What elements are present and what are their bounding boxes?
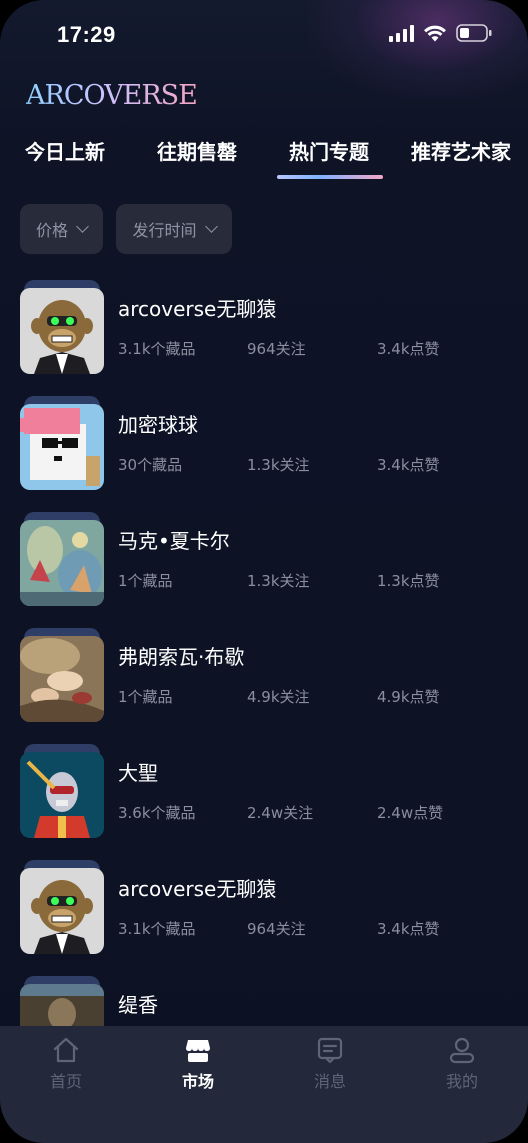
status-icons bbox=[389, 24, 492, 42]
nav-profile[interactable]: 我的 bbox=[422, 1036, 502, 1092]
battery-icon bbox=[456, 24, 492, 42]
monkey-king-thumbnail-image bbox=[20, 752, 104, 838]
collection-count: 30个藏品 bbox=[118, 456, 183, 474]
follower-count: 1.3k关注 bbox=[247, 572, 310, 590]
chagall-thumbnail-image bbox=[20, 520, 104, 606]
nav-profile-label: 我的 bbox=[445, 1072, 478, 1091]
follower-count: 964关注 bbox=[247, 920, 306, 938]
collection-count: 3.6k个藏品 bbox=[118, 804, 196, 822]
topic-title: 马克•夏卡尔 bbox=[118, 529, 230, 553]
topic-item[interactable]: 弗朗索瓦·布歇 1个藏品 4.9k关注 4.9k点赞 bbox=[0, 628, 528, 728]
topic-thumbnail bbox=[20, 396, 104, 490]
release-time-filter-label: 发行时间 bbox=[132, 221, 197, 240]
nav-messages[interactable]: 消息 bbox=[290, 1036, 370, 1092]
follower-count: 4.9k关注 bbox=[247, 688, 310, 706]
chevron-down-icon bbox=[204, 220, 218, 233]
like-count: 3.4k点赞 bbox=[377, 340, 440, 358]
wifi-icon bbox=[424, 25, 446, 42]
collection-count: 3.1k个藏品 bbox=[118, 340, 196, 358]
profile-icon bbox=[449, 1037, 475, 1064]
nav-home[interactable]: 首页 bbox=[26, 1036, 106, 1092]
nav-messages-label: 消息 bbox=[313, 1072, 346, 1091]
topic-title: 弗朗索瓦·布歇 bbox=[118, 645, 245, 669]
crypto-ball-thumbnail-image bbox=[20, 404, 104, 490]
price-filter-label: 价格 bbox=[35, 221, 68, 240]
topic-item[interactable]: arcoverse无聊猿 3.1k个藏品 964关注 3.4k点赞 bbox=[0, 860, 528, 960]
topic-title: arcoverse无聊猿 bbox=[118, 297, 277, 321]
tab-hot-topics[interactable]: 热门专题 bbox=[289, 136, 369, 165]
collection-count: 3.1k个藏品 bbox=[118, 920, 196, 938]
like-count: 3.4k点赞 bbox=[377, 920, 440, 938]
follower-count: 1.3k关注 bbox=[247, 456, 310, 474]
topic-item[interactable]: 大聖 3.6k个藏品 2.4w关注 2.4w点赞 bbox=[0, 744, 528, 844]
category-tabs: 今日上新 往期售罄 热门专题 推荐艺术家 bbox=[0, 136, 528, 180]
follower-count: 964关注 bbox=[247, 340, 306, 358]
tab-recommended-artists[interactable]: 推荐艺术家 bbox=[411, 136, 511, 165]
status-bar: 17:29 bbox=[0, 0, 528, 70]
active-tab-indicator bbox=[277, 175, 383, 179]
topic-thumbnail bbox=[20, 628, 104, 722]
ape-thumbnail-image bbox=[20, 868, 104, 954]
topic-item[interactable]: arcoverse无聊猿 3.1k个藏品 964关注 3.4k点赞 bbox=[0, 280, 528, 380]
topic-thumbnail bbox=[20, 860, 104, 954]
like-count: 4.9k点赞 bbox=[377, 688, 440, 706]
nav-home-label: 首页 bbox=[49, 1072, 82, 1091]
bottom-navigation: 首页 市场 消息 我的 bbox=[0, 1026, 528, 1143]
topic-thumbnail bbox=[20, 744, 104, 838]
topic-title: 加密球球 bbox=[118, 413, 198, 437]
release-time-filter[interactable]: 发行时间 bbox=[116, 204, 232, 254]
ape-thumbnail-image bbox=[20, 288, 104, 374]
follower-count: 2.4w关注 bbox=[247, 804, 314, 822]
price-filter[interactable]: 价格 bbox=[20, 204, 103, 254]
collection-count: 1个藏品 bbox=[118, 688, 173, 706]
tab-new-today[interactable]: 今日上新 bbox=[25, 136, 105, 165]
market-icon bbox=[186, 1040, 210, 1062]
collection-count: 1个藏品 bbox=[118, 572, 173, 590]
topic-item[interactable]: 加密球球 30个藏品 1.3k关注 3.4k点赞 bbox=[0, 396, 528, 496]
topic-title: 缇香 bbox=[118, 993, 158, 1017]
brand-logo: ARCOVERSE bbox=[26, 80, 198, 111]
home-icon bbox=[53, 1037, 79, 1063]
topic-item[interactable]: 马克•夏卡尔 1个藏品 1.3k关注 1.3k点赞 bbox=[0, 512, 528, 612]
tab-sold-out[interactable]: 往期售罄 bbox=[157, 136, 237, 165]
like-count: 3.4k点赞 bbox=[377, 456, 440, 474]
chevron-down-icon bbox=[76, 220, 89, 233]
message-icon bbox=[317, 1037, 343, 1064]
like-count: 1.3k点赞 bbox=[377, 572, 440, 590]
boucher-thumbnail-image bbox=[20, 636, 104, 722]
status-time: 17:29 bbox=[57, 22, 116, 47]
nav-market-label: 市场 bbox=[181, 1072, 214, 1091]
topic-title: arcoverse无聊猿 bbox=[118, 877, 277, 901]
topic-title: 大聖 bbox=[118, 761, 158, 785]
app-screen: 17:29 ARCOVERSE 今日上新 往期售罄 热门专题 推荐艺术家 价格 … bbox=[0, 0, 528, 1143]
topic-thumbnail bbox=[20, 280, 104, 374]
signal-icon bbox=[389, 24, 414, 42]
like-count: 2.4w点赞 bbox=[377, 804, 444, 822]
topic-thumbnail bbox=[20, 512, 104, 606]
nav-market[interactable]: 市场 bbox=[158, 1036, 238, 1092]
